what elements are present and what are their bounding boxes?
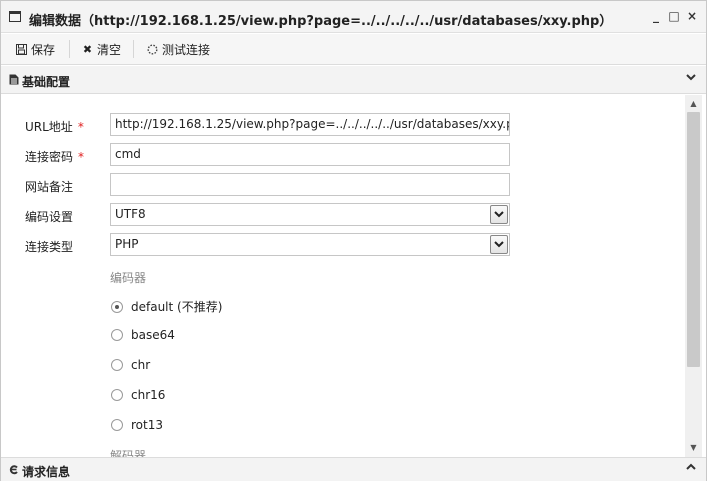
encoder-option-chr16[interactable]: chr16 [111,388,165,402]
radio-unchecked-icon[interactable] [111,359,123,371]
url-input[interactable]: http://192.168.1.25/view.php?page=../../… [110,113,510,136]
radio-unchecked-icon[interactable] [111,329,123,341]
encoding-select[interactable]: UTF8 [110,203,510,226]
encoding-value: UTF8 [115,207,146,221]
window-title: 编辑数据（http://192.168.1.25/view.php?page=.… [29,14,613,29]
save-button[interactable]: 保存 [16,41,55,58]
title-bar[interactable]: 编辑数据（http://192.168.1.25/view.php?page=.… [1,1,706,33]
close-button[interactable]: × [686,9,698,23]
maximize-button[interactable]: □ [668,9,680,23]
type-select[interactable]: PHP [110,233,510,256]
edit-data-window: 编辑数据（http://192.168.1.25/view.php?page=.… [0,0,707,481]
encoder-option-default[interactable]: default (不推荐) [111,298,222,315]
clear-label: 清空 [97,43,122,57]
request-info-label: 请求信息 [22,465,71,479]
scroll-up-icon[interactable]: ▲ [689,99,698,108]
toolbar-divider [69,40,70,58]
password-input[interactable]: cmd [110,143,510,166]
toolbar-divider [133,40,134,58]
password-label: 连接密码 * [25,150,85,164]
close-icon: ✖ [82,43,93,56]
note-input[interactable] [110,173,510,196]
clear-button[interactable]: ✖ 清空 [82,41,121,58]
note-label: 网站备注 [25,180,74,194]
chevron-up-icon[interactable] [686,461,696,476]
basic-config-header[interactable]: 基础配置 [1,66,706,94]
save-label: 保存 [31,43,56,57]
chevron-down-icon[interactable] [490,205,508,224]
url-label: URL地址 * [25,120,84,134]
encoding-label: 编码设置 [25,210,74,224]
request-info-header[interactable]: 请求信息 [1,457,706,481]
decoder-group-title: 解码器 [110,449,147,457]
chevron-down-icon[interactable] [490,235,508,254]
test-connection-button[interactable]: 测试连接 [147,41,210,58]
toolbar: 保存 ✖ 清空 测试连接 [1,34,706,65]
radio-checked-icon[interactable] [111,300,123,313]
encoder-option-chr[interactable]: chr [111,358,150,372]
basic-config-form: URL地址 * http://192.168.1.25/view.php?page… [1,95,685,457]
scroll-down-icon[interactable]: ▼ [689,443,698,452]
scroll-thumb[interactable] [687,112,700,367]
radio-unchecked-icon[interactable] [111,419,123,431]
link-icon [9,464,19,478]
test-connection-label: 测试连接 [162,43,211,57]
type-label: 连接类型 [25,240,74,254]
encoder-option-base64[interactable]: base64 [111,328,175,342]
document-icon [9,74,19,88]
chevron-down-icon[interactable] [686,71,696,86]
spinner-icon [147,44,158,55]
required-mark: * [77,120,84,134]
window-icon [9,11,21,22]
required-mark: * [78,150,85,164]
radio-unchecked-icon[interactable] [111,389,123,401]
window-controls: _ □ × [650,9,698,23]
basic-config-label: 基础配置 [22,75,71,89]
form-scrollbar[interactable]: ▲ ▼ [685,95,702,457]
encoder-group-title: 编码器 [110,271,147,285]
minimize-button[interactable]: _ [650,9,662,23]
encoder-option-rot13[interactable]: rot13 [111,418,163,432]
save-icon [16,44,27,55]
type-value: PHP [115,237,139,251]
